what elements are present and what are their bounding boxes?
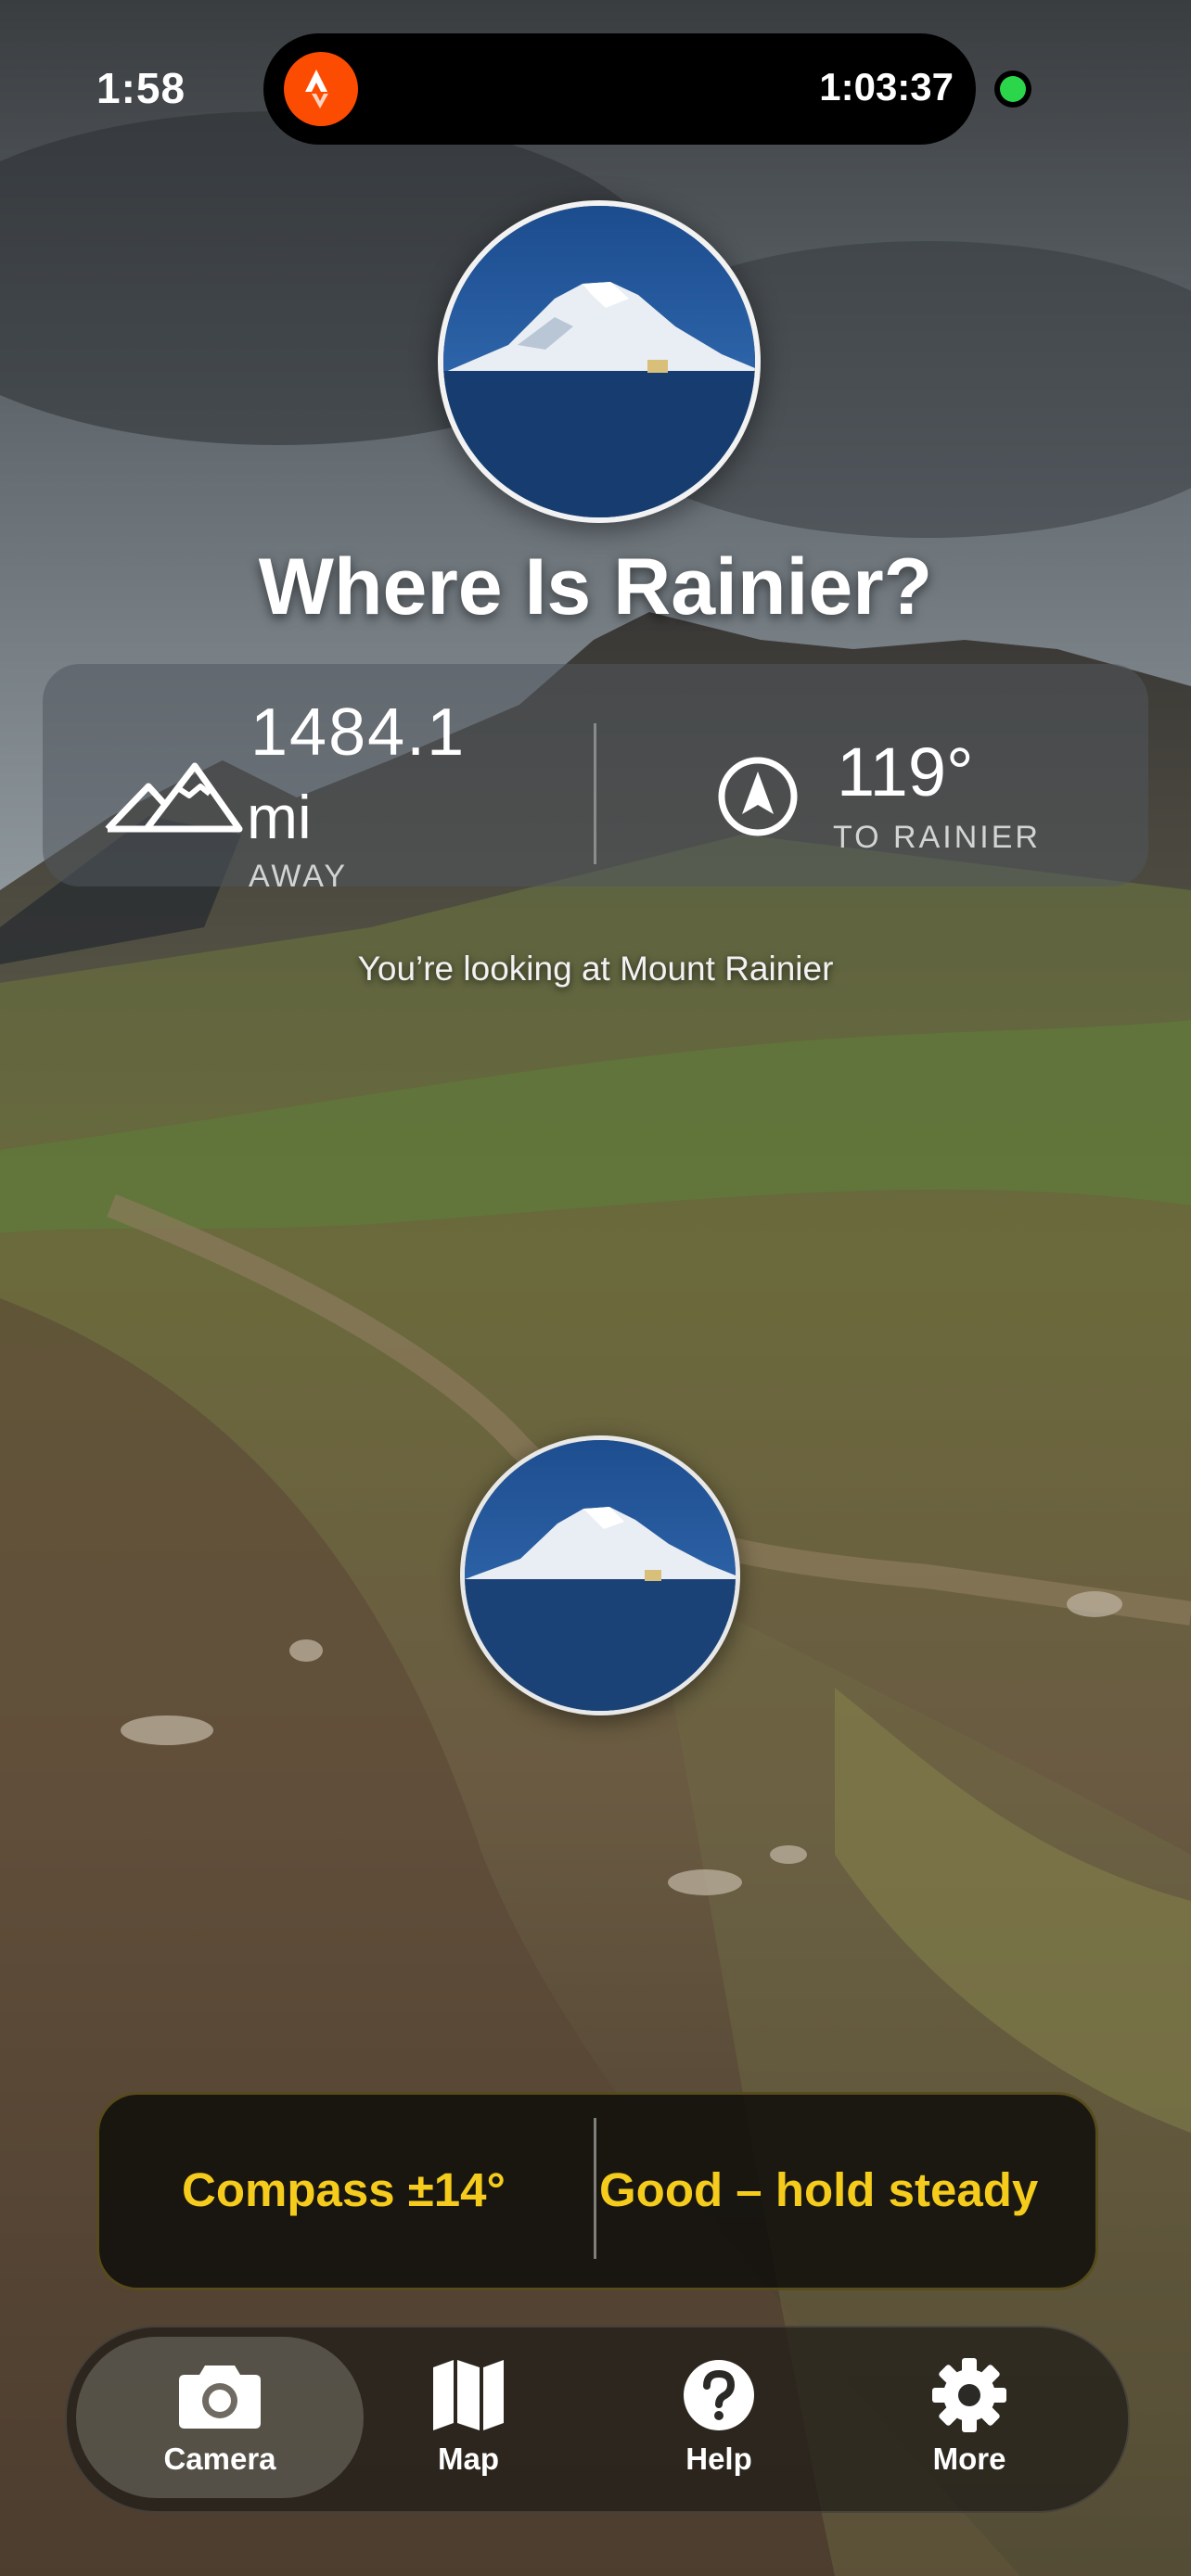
- status-message: You’re looking at Mount Rainier: [357, 950, 834, 988]
- camera-in-use-indicator: [1000, 76, 1026, 102]
- dynamic-island[interactable]: 1:03:37: [263, 33, 976, 145]
- map-icon: [433, 2360, 504, 2430]
- tab-label: Camera: [163, 2442, 276, 2476]
- distance-unit: mi: [247, 783, 312, 851]
- bearing-caption: TO RAINIER: [833, 820, 1041, 855]
- bearing-value: 119°: [837, 733, 974, 810]
- tab-help[interactable]: Help: [631, 2337, 807, 2498]
- signal-quality: Good – hold steady: [599, 2163, 1039, 2216]
- tab-map[interactable]: Map: [380, 2337, 557, 2498]
- tab-label: Map: [438, 2442, 499, 2476]
- card-divider: [594, 723, 596, 864]
- status-bar-time: 1:58: [96, 64, 186, 112]
- distance-caption: AWAY: [249, 859, 349, 894]
- accuracy-divider: [594, 2118, 596, 2259]
- gear-icon: [932, 2358, 1006, 2432]
- tab-label: More: [932, 2442, 1006, 2476]
- compass-accuracy: Compass ±14°: [182, 2163, 506, 2216]
- strava-activity-icon: [284, 52, 358, 126]
- app-logo: [438, 200, 761, 523]
- rainier-target-marker[interactable]: [460, 1435, 740, 1715]
- app-title: Where Is Rainier?: [258, 542, 933, 631]
- camera-icon: [179, 2366, 261, 2429]
- compass-arrow-icon: [718, 757, 798, 836]
- help-icon: [684, 2360, 754, 2430]
- mountains-icon: [105, 762, 243, 833]
- tab-more[interactable]: More: [881, 2337, 1057, 2498]
- tab-camera[interactable]: Camera: [76, 2337, 364, 2498]
- tab-label: Help: [685, 2442, 752, 2476]
- distance-value: 1484.1: [250, 695, 467, 770]
- activity-timer: 1:03:37: [819, 65, 954, 108]
